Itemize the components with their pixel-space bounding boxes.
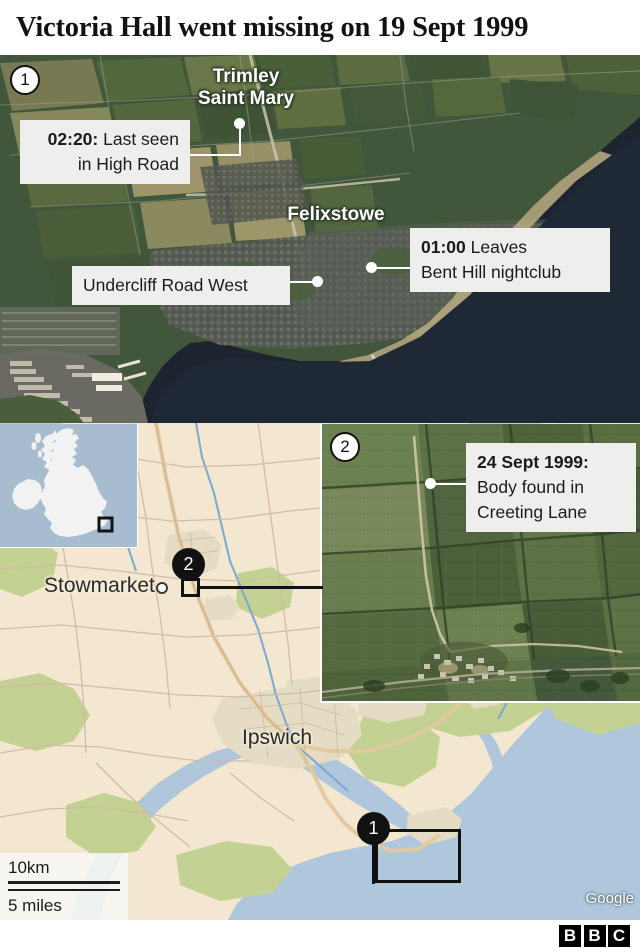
- bbc-logo-c: C: [608, 925, 630, 947]
- callout-bent-hill-line2: Bent Hill nightclub: [421, 262, 562, 282]
- town-marker-stowmarket: [156, 582, 168, 594]
- callout-undercliff-line1: Undercliff Road West: [83, 275, 248, 295]
- marker-dot-high-road: [234, 118, 245, 129]
- panel-badge-2: 2: [330, 432, 360, 462]
- locator-badge-2: 2: [172, 548, 205, 581]
- callout-bent-hill-line1: 01:00 Leaves: [421, 237, 528, 257]
- callout-creeting-line2: Body found in: [477, 477, 585, 497]
- map-label-felixstowe: Felixstowe: [287, 204, 385, 225]
- title-bar: Victoria Hall went missing on 19 Sept 19…: [0, 0, 640, 55]
- bbc-logo-b1: B: [559, 925, 581, 947]
- bbc-logo-b2: B: [583, 925, 606, 947]
- bbc-logo: B B C: [559, 925, 630, 947]
- callout-high-road-line1: 02:20: Last seen: [47, 129, 179, 149]
- leader-bent-hill: [371, 267, 411, 269]
- page-title: Victoria Hall went missing on 19 Sept 19…: [16, 11, 529, 43]
- google-attribution: Google: [585, 890, 634, 907]
- callout-creeting-line3: Creeting Lane: [477, 502, 587, 522]
- uk-locator-inset: [0, 424, 138, 548]
- callout-bent-hill: 01:00 Leaves Bent Hill nightclub: [410, 228, 610, 292]
- scale-rule-miles: [8, 888, 120, 891]
- marker-dot-undercliff: [312, 276, 323, 287]
- leader-high-road-h: [189, 154, 241, 156]
- callout-high-road: 02:20: Last seen in High Road: [20, 120, 190, 184]
- map-label-trimley: Trimley Saint Mary: [197, 66, 295, 109]
- bbc-news-map-graphic: Victoria Hall went missing on 19 Sept 19…: [0, 0, 640, 952]
- panel-badge-1: 1: [10, 65, 40, 95]
- callout-high-road-line2: in High Road: [77, 154, 179, 174]
- callout-undercliff-road: Undercliff Road West: [72, 266, 290, 305]
- scale-miles-label: 5 miles: [8, 896, 62, 915]
- footer-bar: [0, 920, 640, 952]
- map-label-ipswich: Ipswich: [242, 726, 313, 749]
- connector-line-2: [199, 586, 323, 589]
- locator-rect-1: [375, 829, 461, 883]
- map-label-stowmarket: Stowmarket: [44, 574, 155, 597]
- callout-creeting-line1: 24 Sept 1999:: [477, 452, 589, 472]
- locator-badge-1: 1: [357, 812, 390, 845]
- uk-outline-map: [0, 424, 137, 547]
- scale-km-label: 10km: [8, 858, 50, 877]
- marker-dot-creeting: [425, 478, 436, 489]
- scale-bar: 10km 5 miles: [0, 853, 128, 920]
- callout-creeting-lane: 24 Sept 1999: Body found in Creeting Lan…: [466, 443, 636, 532]
- scale-rule-km: [8, 881, 120, 884]
- marker-dot-bent-hill: [366, 262, 377, 273]
